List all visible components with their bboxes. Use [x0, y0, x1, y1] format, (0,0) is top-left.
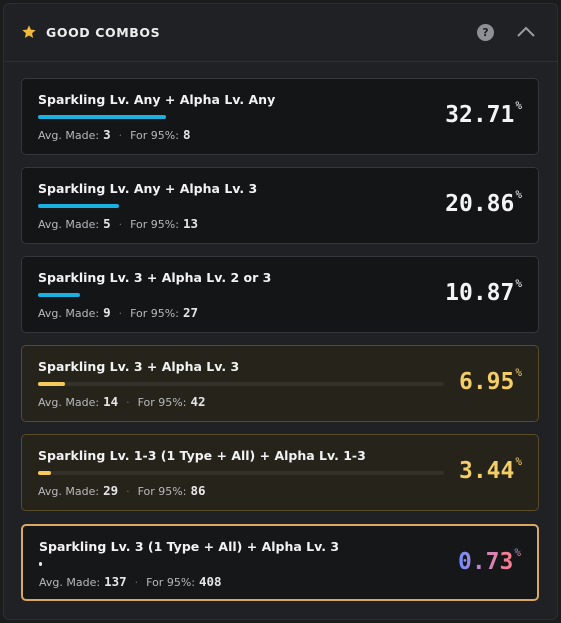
for95-value: 13 [182, 216, 198, 231]
for95-value: 86 [190, 483, 206, 498]
probability-bar-fill [38, 293, 80, 297]
combo-card[interactable]: Sparkling Lv. 3 + Alpha Lv. 3 Avg. Made:… [21, 345, 539, 422]
avg-made-value: 29 [103, 483, 119, 498]
for95-label: For 95%: [137, 396, 187, 409]
percent-value: 10.87 [445, 280, 515, 306]
combo-title: Sparkling Lv. 1-3 (1 Type + All) + Alpha… [38, 448, 366, 463]
for95-value: 27 [182, 305, 198, 320]
combo-stats: Avg. Made: 29 · For 95%: 86 [38, 483, 206, 498]
probability-bar-fill [38, 382, 65, 386]
percent-value: 32.71 [445, 102, 515, 128]
combo-stats: Avg. Made: 14 · For 95%: 42 [38, 394, 206, 409]
combo-card[interactable]: Sparkling Lv. 3 (1 Type + All) + Alpha L… [21, 524, 539, 601]
for95-label: For 95%: [130, 307, 179, 320]
probability-bar-fill [38, 471, 51, 475]
combo-card[interactable]: Sparkling Lv. Any + Alpha Lv. 3 Avg. Mad… [21, 167, 539, 244]
percent-sign: % [514, 546, 521, 560]
combo-title: Sparkling Lv. Any + Alpha Lv. Any [38, 92, 276, 107]
separator: · [118, 218, 123, 231]
percent-sign: % [515, 366, 522, 380]
for95-label: For 95%: [130, 218, 179, 231]
combo-title: Sparkling Lv. 3 + Alpha Lv. 2 or 3 [38, 270, 272, 285]
combo-stats: Avg. Made: 5 · For 95%: 13 [38, 216, 198, 231]
good-combos-panel: GOOD COMBOS ? Sparkling Lv. Any + Alpha … [3, 3, 558, 620]
percent-value: 20.86 [445, 191, 515, 217]
avg-made-value: 3 [103, 127, 111, 142]
combo-title: Sparkling Lv. 3 + Alpha Lv. 3 [38, 359, 240, 374]
chevron-up-icon[interactable] [516, 24, 536, 38]
help-icon[interactable]: ? [477, 24, 494, 41]
avg-made-label: Avg. Made: [38, 485, 100, 498]
panel-title: GOOD COMBOS [46, 25, 161, 40]
avg-made-label: Avg. Made: [38, 307, 100, 320]
percent-value: 0.73 [457, 549, 514, 575]
combo-percent: 10.87% [445, 277, 522, 306]
separator: · [126, 396, 130, 409]
for95-value: 408 [198, 574, 222, 589]
for95-label: For 95%: [137, 485, 187, 498]
separator: · [126, 485, 130, 498]
probability-bar-fill [38, 115, 166, 119]
probability-bar-fill [39, 562, 42, 566]
for95-label: For 95%: [146, 576, 195, 589]
for95-value: 8 [182, 127, 191, 142]
probability-bar [39, 562, 445, 566]
percent-sign: % [515, 277, 522, 291]
percent-sign: % [515, 188, 522, 202]
probability-bar [38, 204, 444, 208]
star-icon [22, 25, 36, 38]
for95-label: For 95%: [130, 129, 179, 142]
separator: · [118, 129, 123, 142]
probability-bar [38, 115, 444, 119]
avg-made-value: 137 [104, 574, 127, 589]
for95-value: 42 [190, 394, 206, 409]
probability-bar [38, 471, 444, 475]
combo-card[interactable]: Sparkling Lv. 1-3 (1 Type + All) + Alpha… [21, 434, 539, 511]
avg-made-label: Avg. Made: [38, 218, 100, 231]
combo-percent: 0.73% [457, 546, 521, 575]
percent-sign: % [515, 99, 522, 113]
combo-percent: 3.44% [458, 455, 522, 484]
combo-stats: Avg. Made: 9 · For 95%: 27 [38, 305, 198, 320]
combo-percent: 20.86% [445, 188, 522, 217]
avg-made-value: 9 [103, 305, 111, 320]
combo-stats: Avg. Made: 137 · For 95%: 408 [39, 574, 222, 589]
panel-header: GOOD COMBOS ? [4, 4, 557, 62]
probability-bar [38, 293, 444, 297]
percent-value: 3.44 [458, 458, 515, 484]
avg-made-label: Avg. Made: [39, 576, 101, 589]
percent-sign: % [515, 455, 522, 469]
combo-title: Sparkling Lv. 3 (1 Type + All) + Alpha L… [39, 539, 340, 554]
probability-bar-fill [38, 204, 119, 208]
percent-value: 6.95 [458, 369, 515, 395]
separator: · [118, 307, 123, 320]
separator: · [134, 576, 139, 589]
combo-title: Sparkling Lv. Any + Alpha Lv. 3 [38, 181, 258, 196]
combo-percent: 6.95% [458, 366, 522, 395]
probability-bar [38, 382, 444, 386]
combo-card[interactable]: Sparkling Lv. 3 + Alpha Lv. 2 or 3 Avg. … [21, 256, 539, 333]
avg-made-value: 5 [103, 216, 111, 231]
avg-made-label: Avg. Made: [38, 396, 100, 409]
combo-percent: 32.71% [445, 99, 522, 128]
avg-made-value: 14 [103, 394, 119, 409]
combo-card[interactable]: Sparkling Lv. Any + Alpha Lv. Any Avg. M… [21, 78, 539, 155]
combo-stats: Avg. Made: 3 · For 95%: 8 [38, 127, 190, 142]
avg-made-label: Avg. Made: [38, 129, 100, 142]
